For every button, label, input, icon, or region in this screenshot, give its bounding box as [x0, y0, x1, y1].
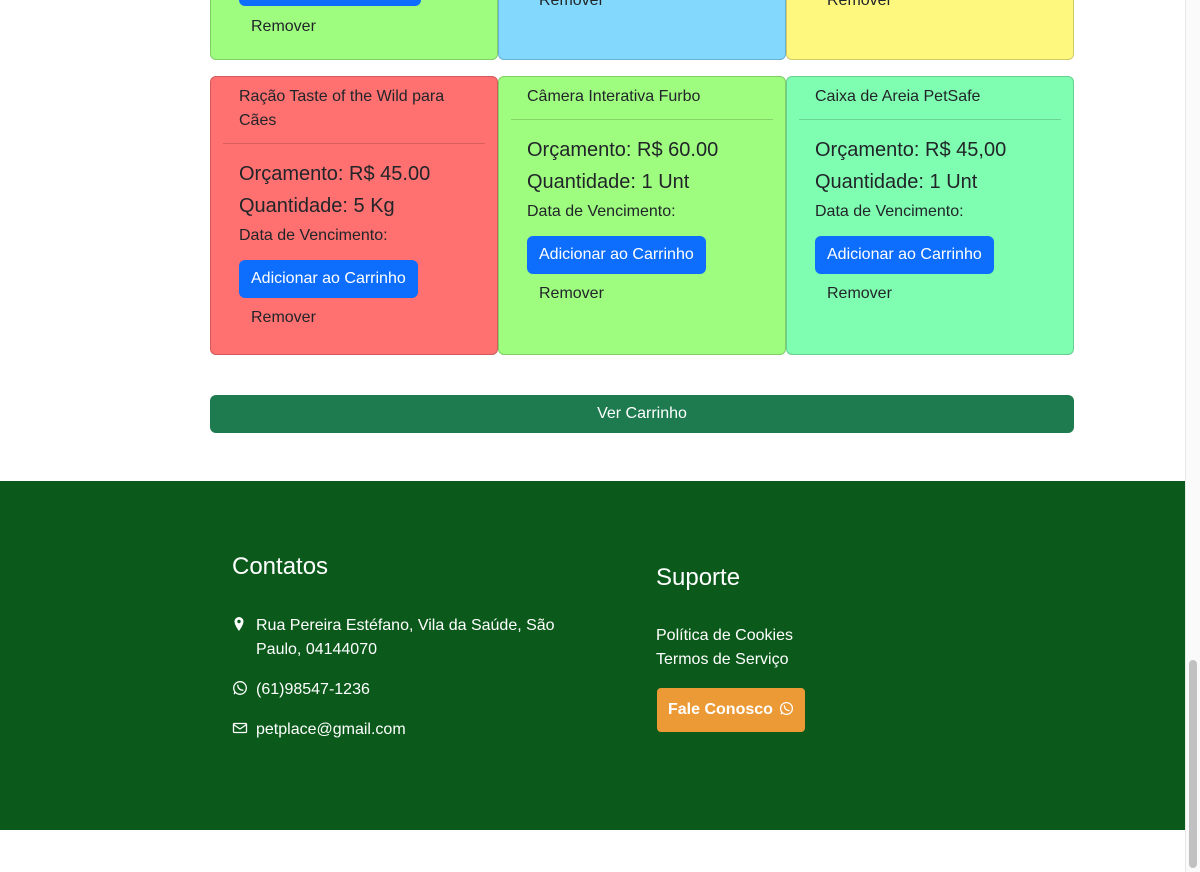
product-card: Câmera Interativa Furbo Orçamento: R$ 60…: [498, 76, 786, 355]
map-pin-icon: [232, 616, 248, 632]
product-name: Câmera Interativa Furbo: [511, 77, 773, 120]
remove-button[interactable]: Remover: [239, 13, 328, 41]
add-to-cart-button[interactable]: Adicionar ao Carrinho: [815, 236, 994, 274]
due-date-label: Data de Vencimento:: [239, 227, 388, 244]
product-quantity: Quantidade: 1 Unt: [815, 171, 978, 193]
add-to-cart-button[interactable]: Adicionar ao Carrinho: [239, 260, 418, 298]
email-address: petplace@gmail.com: [256, 721, 406, 738]
whatsapp-icon: [232, 680, 248, 696]
remove-button[interactable]: Remover: [815, 0, 904, 15]
product-budget: Orçamento: R$ 45.00: [239, 163, 431, 185]
contact-us-button[interactable]: Fale Conosco: [657, 688, 805, 732]
product-name: Caixa de Areia PetSafe: [799, 77, 1061, 120]
email: petplace@gmail.com: [232, 718, 406, 742]
page: Remover Remover Remover Ração Taste of t…: [0, 0, 1200, 872]
envelope-icon: [232, 720, 248, 736]
remove-button[interactable]: Remover: [239, 304, 328, 332]
due-date-label: Data de Vencimento:: [815, 203, 964, 220]
address-line: Paulo, 04144070: [256, 641, 377, 658]
remove-button[interactable]: Remover: [527, 0, 616, 15]
remove-button[interactable]: Remover: [815, 280, 904, 308]
remove-button[interactable]: Remover: [527, 280, 616, 308]
product-quantity: Quantidade: 1 Unt: [527, 171, 690, 193]
support-title: Suporte: [656, 564, 741, 591]
product-quantity: Quantidade: 5 Kg: [239, 195, 395, 217]
product-card: Remover: [786, 0, 1074, 60]
address: Rua Pereira Estéfano, Vila da Saúde, São…: [232, 614, 555, 662]
product-budget: Orçamento: R$ 45,00: [815, 139, 1007, 161]
terms-of-service-link[interactable]: Termos de Serviço: [656, 648, 789, 672]
vertical-scrollbar[interactable]: [1185, 0, 1200, 872]
footer: Contatos Rua Pereira Estéfano, Vila da S…: [0, 481, 1185, 830]
product-card: Caixa de Areia PetSafe Orçamento: R$ 45,…: [786, 76, 1074, 355]
product-card: Remover: [210, 0, 498, 60]
add-to-cart-button[interactable]: Adicionar ao Carrinho: [527, 236, 706, 274]
due-date-label: Data de Vencimento:: [527, 203, 676, 220]
product-name: Ração Taste of the Wild para Cães: [223, 77, 485, 144]
product-card: Remover: [498, 0, 786, 60]
add-to-cart-button[interactable]: [239, 0, 421, 6]
product-card: Ração Taste of the Wild para Cães Orçame…: [210, 76, 498, 355]
phone-number: (61)98547-1236: [256, 681, 370, 698]
phone: (61)98547-1236: [232, 678, 370, 702]
view-cart-button[interactable]: Ver Carrinho: [210, 395, 1074, 433]
cookies-policy-link[interactable]: Política de Cookies: [656, 624, 793, 648]
contacts-title: Contatos: [232, 553, 329, 580]
address-line: Rua Pereira Estéfano, Vila da Saúde, São: [256, 617, 555, 634]
whatsapp-icon: [779, 701, 794, 716]
contact-us-label: Fale Conosco: [668, 701, 773, 718]
product-budget: Orçamento: R$ 60.00: [527, 139, 719, 161]
scrollbar-thumb[interactable]: [1189, 660, 1197, 868]
